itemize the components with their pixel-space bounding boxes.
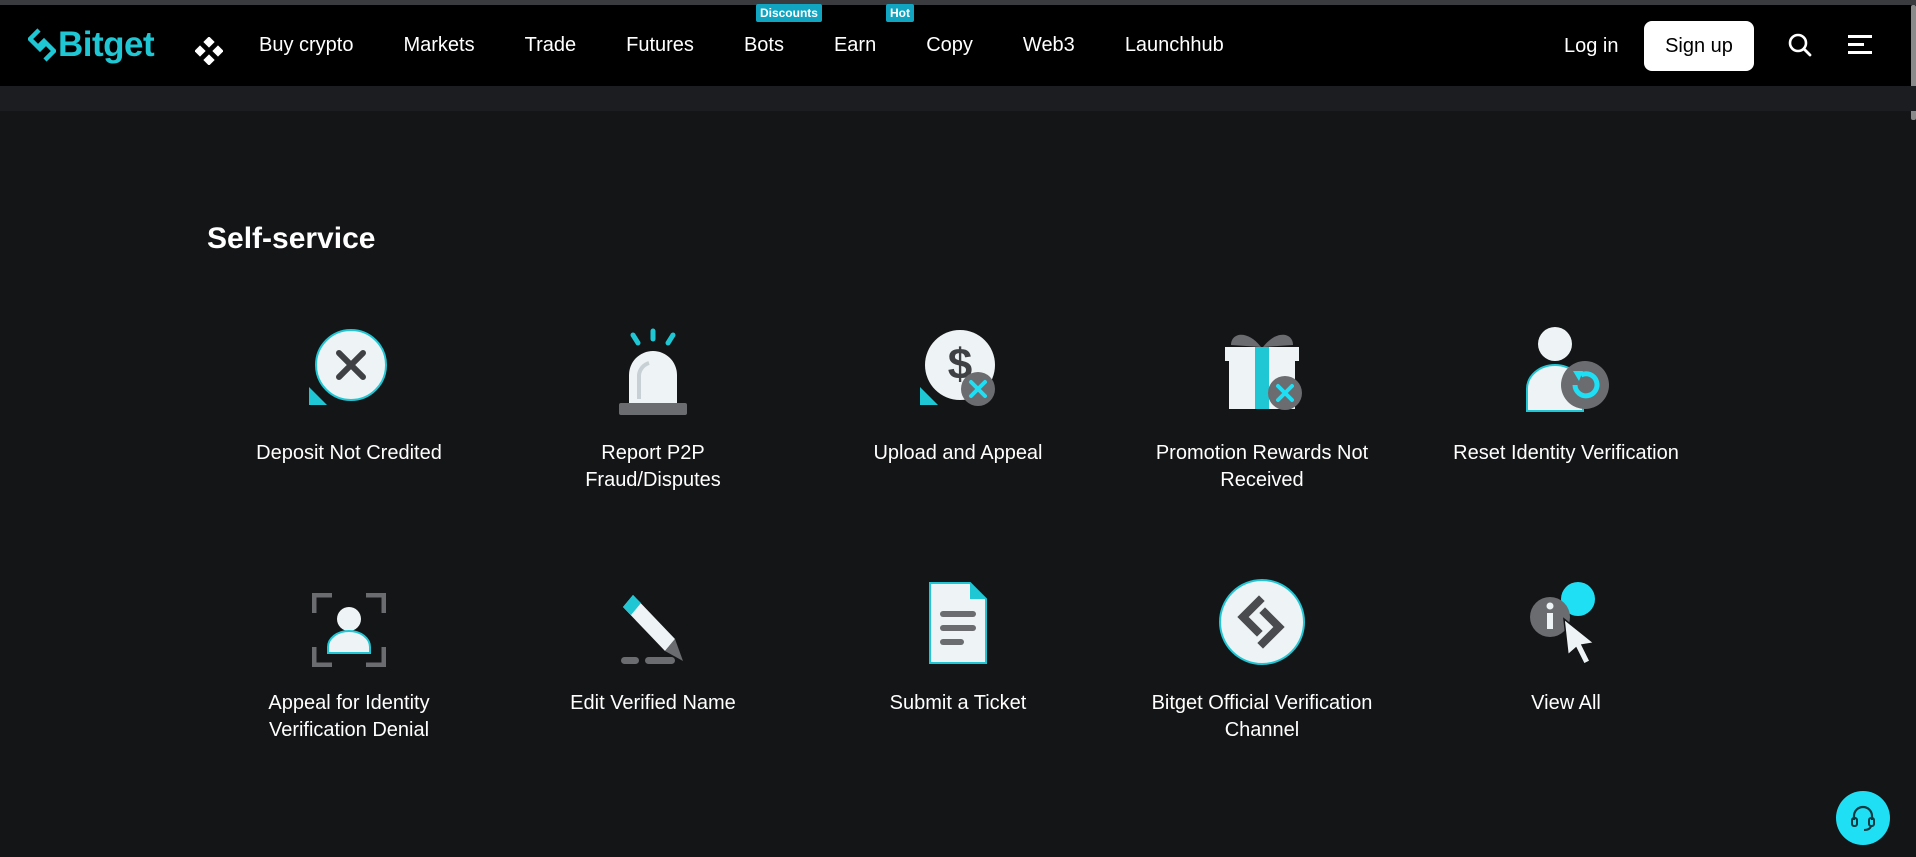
discounts-badge: Discounts: [755, 4, 822, 22]
tile-label: Deposit Not Credited: [256, 442, 442, 464]
tile-promotion-rewards[interactable]: Promotion Rewards Not Received: [1112, 317, 1412, 494]
alarm-siren-icon: [503, 317, 803, 417]
signup-button[interactable]: Sign up: [1644, 21, 1754, 71]
tile-label: Appeal for Identity Verification Denial: [268, 692, 430, 741]
tile-label: Bitget Official Verification Channel: [1151, 692, 1373, 741]
top-navbar: Bitget Buy crypto Markets Trade Futures …: [0, 4, 1916, 86]
apps-grid-icon[interactable]: [194, 36, 224, 70]
hot-badge: Hot: [885, 4, 914, 22]
tile-appeal-identity-denial[interactable]: Appeal for Identity Verification Denial: [199, 567, 499, 744]
tile-submit-ticket[interactable]: Submit a Ticket: [808, 567, 1108, 717]
nav-web3[interactable]: Web3: [1023, 34, 1075, 57]
self-service-title: Self-service: [207, 222, 376, 255]
hamburger-menu-icon[interactable]: [1848, 34, 1872, 61]
gift-x-icon: [1112, 317, 1412, 417]
info-cursor-icon: [1416, 567, 1716, 667]
identity-frame-icon: [199, 567, 499, 667]
nav-buy-crypto[interactable]: Buy crypto: [259, 34, 353, 57]
deposit-not-credited-icon: [199, 317, 499, 417]
dollar-appeal-icon: $: [808, 317, 1108, 417]
bitget-mark-icon: [28, 28, 56, 62]
tile-report-p2p[interactable]: Report P2P Fraud/Disputes: [503, 317, 803, 494]
customer-support-headset-icon[interactable]: [1836, 791, 1890, 845]
header-sub-band: [0, 86, 1916, 111]
tile-label: Report P2P Fraud/Disputes: [585, 442, 721, 491]
main-nav: Buy crypto Markets Trade Futures Bots Di…: [259, 4, 1274, 86]
nav-copy[interactable]: Copy: [926, 34, 973, 57]
brand-name: Bitget: [58, 25, 155, 64]
tile-label: View All: [1531, 692, 1601, 714]
nav-trade[interactable]: Trade: [525, 34, 577, 57]
nav-earn[interactable]: Earn Hot: [834, 4, 914, 57]
login-button[interactable]: Log in: [1564, 35, 1619, 58]
tile-label: Upload and Appeal: [873, 442, 1043, 464]
tile-view-all[interactable]: View All: [1416, 567, 1716, 717]
bitget-logo[interactable]: Bitget: [28, 25, 155, 65]
tile-reset-identity[interactable]: Reset Identity Verification: [1416, 317, 1716, 467]
search-icon[interactable]: [1788, 33, 1812, 62]
nav-futures[interactable]: Futures: [626, 34, 694, 57]
tile-label: Submit a Ticket: [889, 692, 1027, 714]
bitget-logo-icon: [1112, 567, 1412, 667]
tile-edit-verified-name[interactable]: Edit Verified Name: [503, 567, 803, 717]
nav-launchhub[interactable]: Launchhub: [1125, 34, 1224, 57]
document-ticket-icon: [808, 567, 1108, 667]
tile-official-verification[interactable]: Bitget Official Verification Channel: [1112, 567, 1412, 744]
user-reset-icon: [1416, 317, 1716, 417]
tile-upload-appeal[interactable]: $ Upload and Appeal: [808, 317, 1108, 467]
nav-markets[interactable]: Markets: [403, 34, 474, 57]
tile-deposit-not-credited[interactable]: Deposit Not Credited: [199, 317, 499, 467]
tile-label: Promotion Rewards Not Received: [1155, 442, 1369, 491]
tile-label: Edit Verified Name: [570, 692, 736, 714]
nav-bots[interactable]: Bots Discounts: [744, 4, 822, 57]
pencil-edit-icon: [503, 567, 803, 667]
tile-label: Reset Identity Verification: [1453, 442, 1679, 464]
